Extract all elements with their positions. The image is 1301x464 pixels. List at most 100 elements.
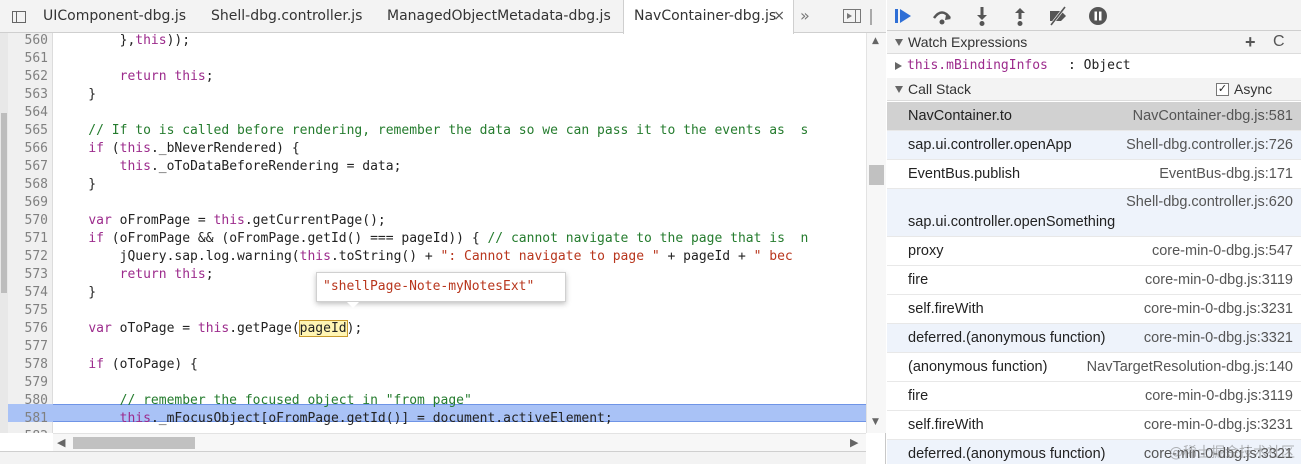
code-line: },this)); bbox=[57, 33, 191, 48]
close-tab-icon[interactable]: × bbox=[773, 0, 785, 33]
scroll-right-icon[interactable]: ▶ bbox=[850, 434, 858, 452]
call-frame[interactable]: NavContainer.to NavContainer-dbg.js:581 bbox=[887, 102, 1301, 131]
left-scrollbar[interactable] bbox=[0, 33, 8, 433]
frame-location[interactable]: core-min-0-dbg.js:547 bbox=[1152, 237, 1293, 266]
sidebar-toggle-icon[interactable] bbox=[843, 9, 861, 23]
watch-item-name: this.mBindingInfos bbox=[907, 58, 1048, 73]
code-line: return this; bbox=[119, 267, 214, 282]
call-frame[interactable]: self.fireWith core-min-0-dbg.js:3231 bbox=[887, 411, 1301, 440]
frame-function: sap.ui.controller.openSomething bbox=[908, 214, 1116, 230]
frame-function: (anonymous function) bbox=[908, 359, 1048, 375]
code-line: // remember the focused object in "from … bbox=[57, 393, 472, 408]
code-line: } bbox=[57, 87, 97, 102]
editor-vertical-scrollbar[interactable]: ▲ ▼ bbox=[866, 33, 886, 433]
watch-expressions-title: Watch Expressions bbox=[908, 34, 1028, 50]
frame-location[interactable]: EventBus-dbg.js:171 bbox=[1159, 160, 1293, 189]
left-scroll-thumb[interactable] bbox=[1, 113, 7, 293]
collapse-triangle-icon[interactable] bbox=[895, 62, 902, 70]
debugger-toolbar bbox=[887, 0, 1301, 31]
value-tooltip: "shellPage-Note-myNotesExt" bbox=[316, 272, 566, 308]
editor-horizontal-scrollbar[interactable]: ◀ ▶ bbox=[53, 433, 866, 451]
watch-expressions-header[interactable]: Watch Expressions + C bbox=[887, 31, 1301, 54]
watermark: @稀土掘金技术社区 bbox=[1169, 445, 1295, 461]
async-checkbox[interactable]: ✓ bbox=[1216, 83, 1229, 96]
code-line: this._oToDataBeforeRendering = data; bbox=[119, 159, 402, 174]
tab-uicomponent[interactable]: UIComponent-dbg.js bbox=[0, 0, 197, 33]
frame-function: deferred.(anonymous function) bbox=[908, 330, 1106, 346]
frame-location[interactable]: core-min-0-dbg.js:3231 bbox=[1144, 411, 1293, 440]
frame-location[interactable]: Shell-dbg.controller.js:620 bbox=[1126, 194, 1293, 210]
frame-location[interactable]: Shell-dbg.controller.js:726 bbox=[1126, 131, 1293, 160]
code-line: if (this._bNeverRendered) { bbox=[88, 141, 300, 156]
expand-triangle-icon[interactable] bbox=[895, 86, 903, 93]
frame-location[interactable]: core-min-0-dbg.js:3231 bbox=[1144, 295, 1293, 324]
tab-label: Shell-dbg.controller.js bbox=[211, 8, 363, 24]
refresh-watch-icon[interactable]: C bbox=[1273, 31, 1285, 53]
call-frame[interactable]: deferred.(anonymous function) core-min-0… bbox=[887, 324, 1301, 353]
call-frame[interactable]: fire core-min-0-dbg.js:3119 bbox=[887, 266, 1301, 295]
async-toggle[interactable]: ✓ Async bbox=[1216, 78, 1273, 100]
horizontal-scroll-thumb[interactable] bbox=[73, 437, 195, 449]
code-line: var oFromPage = this.getCurrentPage(); bbox=[88, 213, 386, 228]
call-frame[interactable]: proxy core-min-0-dbg.js:547 bbox=[887, 237, 1301, 266]
frame-function: EventBus.publish bbox=[908, 166, 1021, 182]
call-stack-header[interactable]: Call Stack ✓ Async bbox=[887, 78, 1301, 101]
source-panel: UIComponent-dbg.js Shell-dbg.controller.… bbox=[0, 0, 886, 464]
deactivate-breakpoints-icon[interactable] bbox=[1047, 5, 1069, 27]
tab-shell-controller[interactable]: Shell-dbg.controller.js bbox=[197, 0, 373, 33]
step-over-icon[interactable] bbox=[931, 5, 953, 27]
frame-location[interactable]: core-min-0-dbg.js:3119 bbox=[1145, 382, 1293, 411]
code-line: } bbox=[57, 177, 97, 192]
call-frame[interactable]: sap.ui.controller.openSomething Shell-db… bbox=[887, 189, 1301, 237]
tab-label: UIComponent-dbg.js bbox=[43, 8, 187, 24]
frame-function: fire bbox=[908, 272, 929, 288]
code-line: return this; bbox=[119, 69, 214, 84]
frame-location[interactable]: NavTargetResolution-dbg.js:140 bbox=[1087, 353, 1293, 382]
tab-overflow-icon[interactable]: » bbox=[800, 0, 818, 33]
code-line: var oToPage = this.getPage(pageId); bbox=[88, 320, 363, 337]
editor-status-bar bbox=[0, 451, 866, 464]
frame-location[interactable]: core-min-0-dbg.js:3321 bbox=[1144, 324, 1293, 353]
tab-navcontainer[interactable]: NavContainer-dbg.js × bbox=[623, 0, 794, 34]
frame-function: sap.ui.controller.openApp bbox=[908, 137, 1072, 153]
step-into-icon[interactable] bbox=[971, 5, 993, 27]
call-frame[interactable]: (anonymous function) NavTargetResolution… bbox=[887, 353, 1301, 382]
code-line: jQuery.sap.log.warning(this.toString() +… bbox=[57, 249, 793, 264]
call-stack-title: Call Stack bbox=[908, 81, 972, 97]
async-label: Async bbox=[1234, 81, 1273, 97]
frame-function: proxy bbox=[908, 243, 944, 259]
pause-on-exceptions-icon[interactable] bbox=[1087, 5, 1109, 27]
call-frame[interactable]: self.fireWith core-min-0-dbg.js:3231 bbox=[887, 295, 1301, 324]
code-line: } bbox=[57, 285, 97, 300]
call-frame[interactable]: EventBus.publish EventBus-dbg.js:171 bbox=[887, 160, 1301, 189]
frame-function: self.fireWith bbox=[908, 417, 984, 433]
resume-icon[interactable] bbox=[893, 5, 915, 27]
frame-function: NavContainer.to bbox=[908, 108, 1012, 124]
code-line: if (oFromPage && (oFromPage.getId() === … bbox=[88, 231, 809, 246]
add-watch-icon[interactable]: + bbox=[1245, 31, 1256, 53]
tab-managedobjectmetadata[interactable]: ManagedObjectMetadata-dbg.js bbox=[373, 0, 623, 33]
call-frame[interactable]: fire core-min-0-dbg.js:3119 bbox=[887, 382, 1301, 411]
step-out-icon[interactable] bbox=[1009, 5, 1031, 27]
call-frame[interactable]: sap.ui.controller.openApp Shell-dbg.cont… bbox=[887, 131, 1301, 160]
tab-label: NavContainer-dbg.js bbox=[634, 8, 777, 24]
frame-location[interactable]: NavContainer-dbg.js:581 bbox=[1133, 102, 1293, 131]
scroll-up-icon[interactable]: ▲ bbox=[872, 36, 879, 46]
frame-location[interactable]: core-min-0-dbg.js:3119 bbox=[1145, 266, 1293, 295]
watch-item-value: : Object bbox=[1068, 58, 1131, 73]
hovered-variable[interactable]: pageId bbox=[298, 320, 348, 337]
scroll-left-icon[interactable]: ◀ bbox=[57, 434, 65, 452]
expand-triangle-icon[interactable] bbox=[895, 39, 903, 46]
navigator-toggle-icon[interactable] bbox=[12, 11, 26, 23]
editor-tab-bar: UIComponent-dbg.js Shell-dbg.controller.… bbox=[0, 0, 886, 34]
vertical-scroll-thumb[interactable] bbox=[869, 165, 884, 185]
watch-item[interactable]: this.mBindingInfos : Object bbox=[887, 55, 1301, 78]
call-stack-list: NavContainer.to NavContainer-dbg.js:581 … bbox=[887, 102, 1301, 464]
tab-label: ManagedObjectMetadata-dbg.js bbox=[387, 8, 611, 24]
code-line: // If to is called before rendering, rem… bbox=[57, 123, 809, 138]
frame-function: self.fireWith bbox=[908, 301, 984, 317]
frame-function: deferred.(anonymous function) bbox=[908, 446, 1106, 462]
scroll-down-icon[interactable]: ▼ bbox=[872, 417, 879, 427]
code-editor[interactable]: 560 561 562 563 564 565 566 567 568 569 570 571 572 5… bbox=[0, 33, 866, 433]
frame-function: fire bbox=[908, 388, 929, 404]
